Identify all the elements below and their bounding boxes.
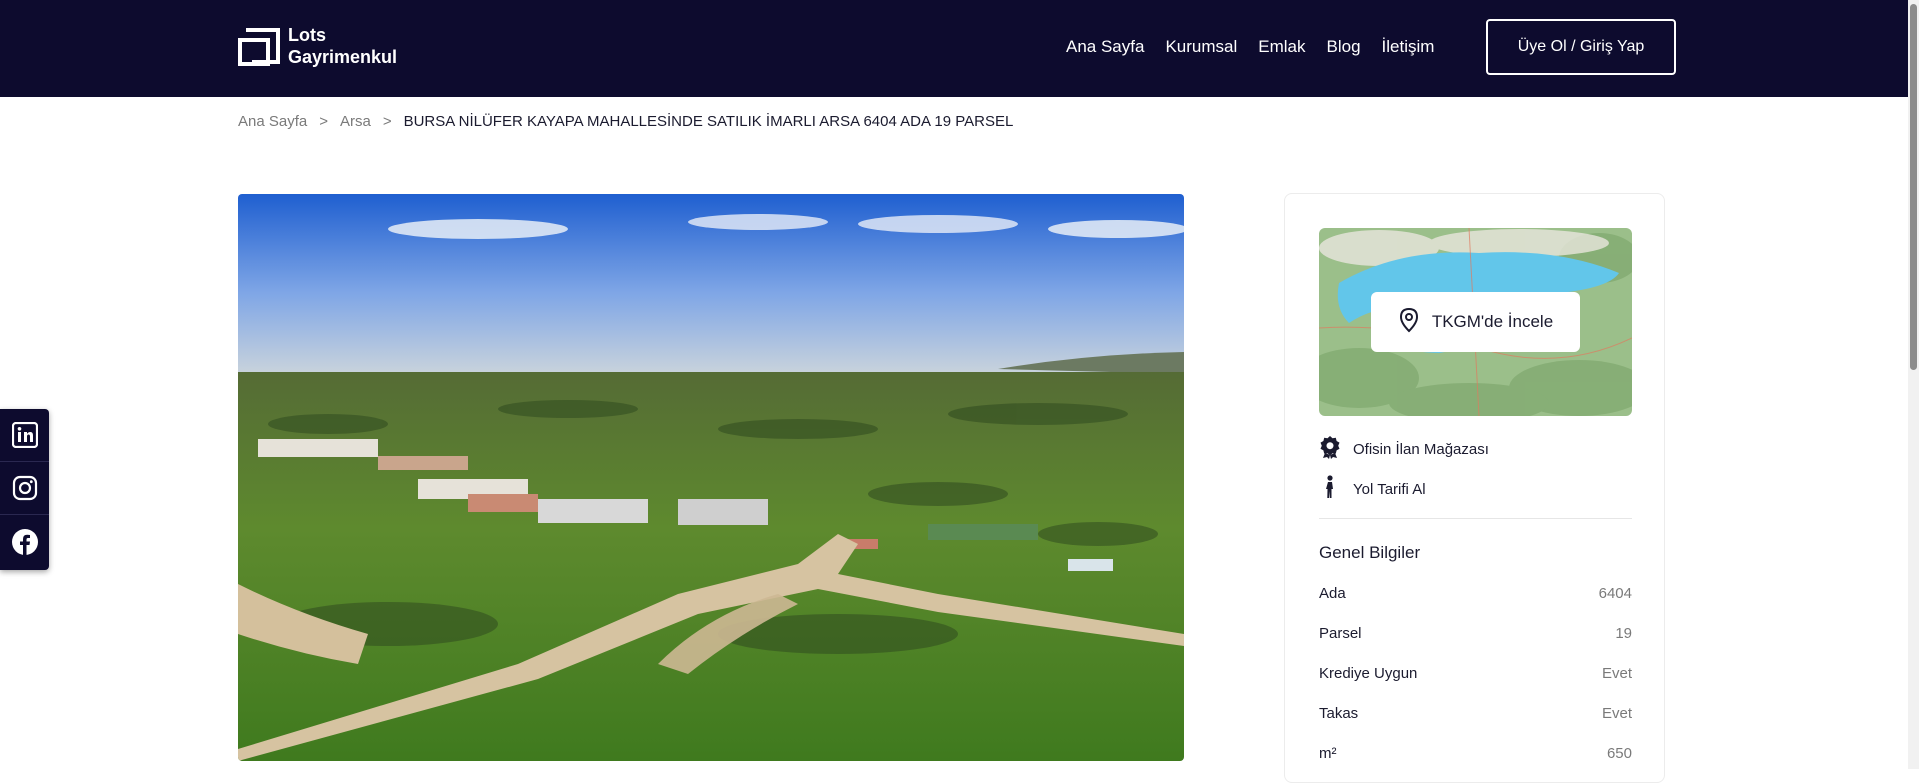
- info-value: 650: [1606, 745, 1632, 762]
- breadcrumb: Ana Sayfa > Arsa > BURSA NİLÜFER KAYAPA …: [238, 113, 1013, 130]
- linkedin-icon[interactable]: [0, 409, 49, 462]
- logo-mark-icon: [238, 26, 280, 66]
- info-label: Krediye Uygun: [1319, 665, 1418, 682]
- logo-line-1: Lots: [288, 25, 326, 45]
- info-label: m²: [1319, 745, 1337, 762]
- info-row-credit: Krediye Uygun Evet: [1319, 665, 1632, 682]
- listing-info-card: TKGM'de İncele Ofisin İlan Mağazası Yol …: [1284, 193, 1665, 783]
- nav-real-estate[interactable]: Emlak: [1258, 37, 1305, 57]
- info-row-ada: Ada 6404: [1319, 585, 1632, 602]
- info-value: Evet: [1601, 665, 1632, 682]
- info-row-parsel: Parsel 19: [1319, 625, 1632, 642]
- info-row-area: m² 650: [1319, 745, 1632, 762]
- site-header: Lots Gayrimenkul Ana Sayfa Kurumsal Emla…: [0, 0, 1908, 97]
- main-nav: Ana Sayfa Kurumsal Emlak Blog İletişim: [1066, 37, 1434, 57]
- site-logo[interactable]: Lots Gayrimenkul: [238, 24, 397, 68]
- signup-login-button[interactable]: Üye Ol / Giriş Yap: [1486, 19, 1676, 75]
- social-sidebar: [0, 409, 49, 570]
- info-value: 6404: [1598, 585, 1632, 602]
- instagram-icon[interactable]: [0, 462, 49, 515]
- breadcrumb-current: BURSA NİLÜFER KAYAPA MAHALLESİNDE SATILI…: [403, 113, 1014, 130]
- nav-contact[interactable]: İletişim: [1382, 37, 1435, 57]
- office-store-link[interactable]: Ofisin İlan Mağazası: [1319, 435, 1489, 463]
- breadcrumb-home[interactable]: Ana Sayfa: [238, 113, 307, 130]
- listing-photo[interactable]: [238, 194, 1184, 761]
- tkgm-inspect-button[interactable]: TKGM'de İncele: [1371, 292, 1580, 352]
- tkgm-inspect-label: TKGM'de İncele: [1431, 312, 1554, 331]
- info-value: 19: [1615, 625, 1632, 642]
- logo-text: Lots Gayrimenkul: [288, 24, 397, 68]
- facebook-icon[interactable]: [0, 515, 49, 568]
- logo-line-2: Gayrimenkul: [288, 47, 398, 67]
- nav-home[interactable]: Ana Sayfa: [1066, 37, 1144, 57]
- office-store-label: Ofisin İlan Mağazası: [1353, 440, 1489, 458]
- location-pin-icon: [1398, 307, 1420, 338]
- section-divider: [1319, 518, 1632, 519]
- breadcrumb-separator: >: [382, 113, 392, 130]
- award-badge-icon: [1319, 435, 1341, 463]
- scrollbar-thumb[interactable]: [1910, 4, 1917, 370]
- general-info-title: Genel Bilgiler: [1319, 543, 1421, 562]
- info-value: Evet: [1601, 705, 1632, 722]
- info-label: Ada: [1319, 585, 1346, 602]
- info-label: Parsel: [1319, 625, 1362, 642]
- nav-blog[interactable]: Blog: [1327, 37, 1361, 57]
- location-map[interactable]: TKGM'de İncele: [1319, 228, 1632, 416]
- walking-person-icon: [1319, 475, 1341, 503]
- nav-corporate[interactable]: Kurumsal: [1165, 37, 1237, 57]
- directions-link[interactable]: Yol Tarifi Al: [1319, 475, 1426, 503]
- breadcrumb-category[interactable]: Arsa: [340, 113, 371, 130]
- breadcrumb-separator: >: [319, 113, 328, 130]
- info-label: Takas: [1319, 705, 1359, 722]
- info-row-swap: Takas Evet: [1319, 705, 1632, 722]
- page-scrollbar[interactable]: [1908, 0, 1919, 769]
- directions-label: Yol Tarifi Al: [1353, 480, 1426, 498]
